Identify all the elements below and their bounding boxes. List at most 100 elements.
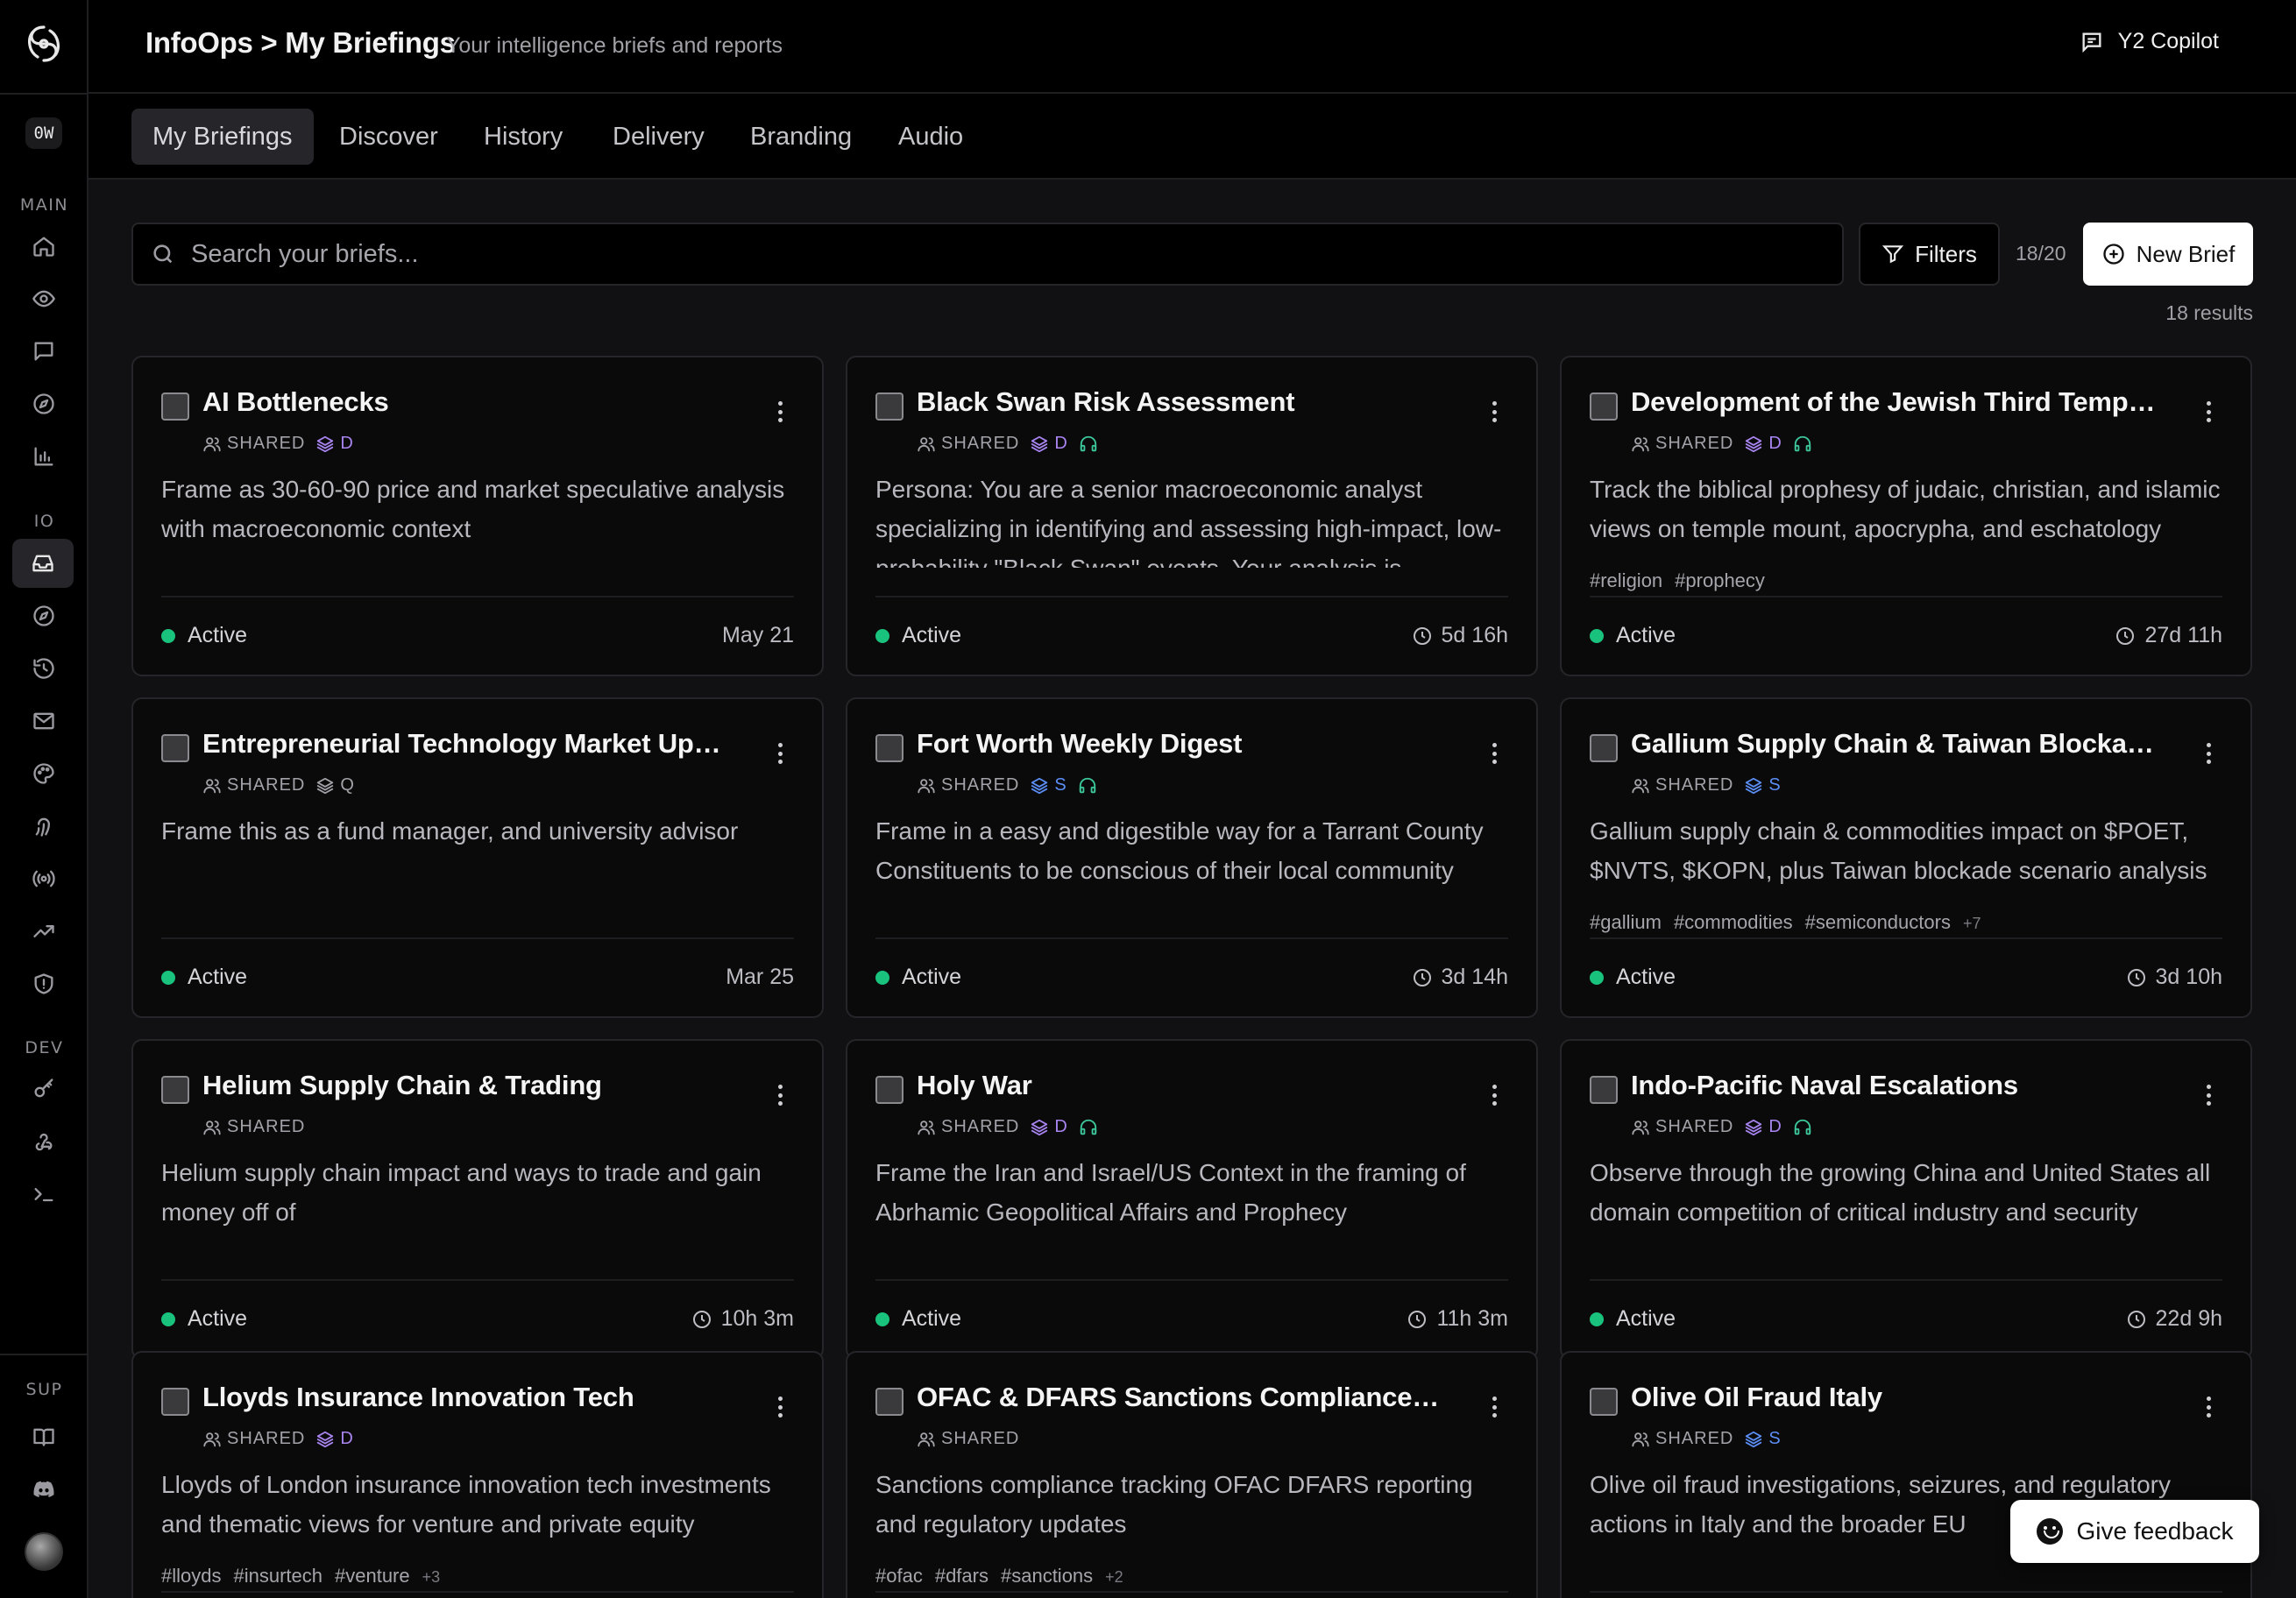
copilot-button[interactable]: Y2 Copilot <box>2080 29 2219 54</box>
more-options-icon[interactable] <box>778 1085 783 1106</box>
brief-card[interactable]: Black Swan Risk Assessment SHARED D Persona… <box>846 356 1538 676</box>
tag[interactable]: #sanctions <box>1001 1565 1093 1587</box>
tag[interactable]: #venture <box>335 1565 410 1587</box>
key-icon[interactable] <box>23 1068 65 1110</box>
select-checkbox[interactable] <box>161 392 189 421</box>
card-divider <box>1590 937 2222 939</box>
book-icon[interactable] <box>23 1416 65 1458</box>
more-options-icon[interactable] <box>778 1396 783 1418</box>
shared-label: SHARED <box>1655 1429 1734 1448</box>
tab-discover[interactable]: Discover <box>318 109 459 165</box>
more-tags[interactable]: +3 <box>422 1568 441 1587</box>
more-options-icon[interactable] <box>1492 1085 1498 1106</box>
brief-card[interactable]: Gallium Supply Chain & Taiwan Blockade S… <box>1560 697 2252 1018</box>
brief-card[interactable]: Development of the Jewish Third Temple i… <box>1560 356 2252 676</box>
brief-card[interactable]: Indo-Pacific Naval Escalations SHARED D Obs… <box>1560 1039 2252 1360</box>
discover-compass-icon[interactable] <box>23 595 65 637</box>
shared-indicator: SHARED <box>917 1429 1019 1449</box>
broadcast-icon[interactable] <box>23 858 65 900</box>
mail-icon[interactable] <box>23 700 65 742</box>
inbox-icon[interactable] <box>12 539 74 588</box>
brief-card[interactable]: Lloyds Insurance Innovation Tech SHARED D L… <box>131 1351 824 1598</box>
tag[interactable]: #dfars <box>935 1565 989 1587</box>
select-checkbox[interactable] <box>161 1076 189 1104</box>
select-checkbox[interactable] <box>161 1388 189 1416</box>
select-checkbox[interactable] <box>1590 392 1618 421</box>
brief-title[interactable]: Helium Supply Chain & Trading <box>202 1070 728 1101</box>
tag[interactable]: #insurtech <box>233 1565 322 1587</box>
palette-icon[interactable] <box>23 753 65 795</box>
more-options-icon[interactable] <box>1492 401 1498 422</box>
shared-label: SHARED <box>941 1429 1020 1448</box>
brief-title[interactable]: Gallium Supply Chain & Taiwan Blockade S… <box>1631 728 2157 760</box>
more-options-icon[interactable] <box>778 743 783 764</box>
brief-title[interactable]: Black Swan Risk Assessment <box>917 386 1442 418</box>
more-options-icon[interactable] <box>1492 743 1498 764</box>
more-options-icon[interactable] <box>2207 1396 2212 1418</box>
select-checkbox[interactable] <box>875 734 904 762</box>
brief-title[interactable]: Lloyds Insurance Innovation Tech <box>202 1382 728 1413</box>
select-checkbox[interactable] <box>875 1076 904 1104</box>
brief-title[interactable]: OFAC & DFARS Sanctions Compliance Tracke… <box>917 1382 1442 1413</box>
more-tags[interactable]: +7 <box>1963 915 1981 933</box>
shield-icon[interactable] <box>23 963 65 1005</box>
brief-card[interactable]: Fort Worth Weekly Digest SHARED S Frame in … <box>846 697 1538 1018</box>
brief-card[interactable]: Helium Supply Chain & Trading SHARED Heliu… <box>131 1039 824 1360</box>
breadcrumb[interactable]: InfoOps > My Briefings <box>145 26 456 60</box>
brief-title[interactable]: AI Bottlenecks <box>202 386 728 418</box>
tab-branding[interactable]: Branding <box>729 109 873 165</box>
tag[interactable]: #religion <box>1590 569 1662 592</box>
brief-card[interactable]: Holy War SHARED D Frame the Iran and Israel… <box>846 1039 1538 1360</box>
select-checkbox[interactable] <box>1590 1076 1618 1104</box>
brief-card[interactable]: Entrepreneurial Technology Market Update… <box>131 697 824 1018</box>
select-checkbox[interactable] <box>875 1388 904 1416</box>
terminal-icon[interactable] <box>23 1173 65 1215</box>
tag[interactable]: #commodities <box>1674 911 1793 934</box>
workspace-switcher[interactable]: 0W <box>25 117 62 149</box>
tag[interactable]: #semiconductors <box>1805 911 1951 934</box>
more-options-icon[interactable] <box>778 401 783 422</box>
tab-audio[interactable]: Audio <box>877 109 984 165</box>
brief-card[interactable]: OFAC & DFARS Sanctions Compliance Tracke… <box>846 1351 1538 1598</box>
search-bar[interactable] <box>131 223 1844 286</box>
chat-icon[interactable] <box>23 330 65 372</box>
more-options-icon[interactable] <box>1492 1396 1498 1418</box>
brief-title[interactable]: Indo-Pacific Naval Escalations <box>1631 1070 2157 1101</box>
user-avatar[interactable] <box>25 1532 63 1571</box>
select-checkbox[interactable] <box>161 734 189 762</box>
trending-icon[interactable] <box>23 910 65 952</box>
home-icon[interactable] <box>23 225 65 267</box>
tag[interactable]: #ofac <box>875 1565 923 1587</box>
bar-chart-icon[interactable] <box>23 435 65 477</box>
tab-delivery[interactable]: Delivery <box>592 109 726 165</box>
brief-title[interactable]: Holy War <box>917 1070 1442 1101</box>
select-checkbox[interactable] <box>1590 1388 1618 1416</box>
brief-card[interactable]: AI Bottlenecks SHARED D Frame as 30-60-90 p… <box>131 356 824 676</box>
select-checkbox[interactable] <box>1590 734 1618 762</box>
tab-my-briefings[interactable]: My Briefings <box>131 109 314 165</box>
webhook-icon[interactable] <box>23 1121 65 1163</box>
select-checkbox[interactable] <box>875 392 904 421</box>
fingerprint-icon[interactable] <box>23 805 65 847</box>
tag[interactable]: #prophecy <box>1675 569 1765 592</box>
tag[interactable]: #lloyds <box>161 1565 221 1587</box>
more-options-icon[interactable] <box>2207 401 2212 422</box>
give-feedback-button[interactable]: Give feedback <box>2010 1500 2259 1563</box>
compass-icon[interactable] <box>23 383 65 425</box>
eye-icon[interactable] <box>23 278 65 320</box>
app-logo[interactable] <box>22 22 66 66</box>
history-icon[interactable] <box>23 647 65 689</box>
brief-title[interactable]: Entrepreneurial Technology Market Update… <box>202 728 728 760</box>
more-options-icon[interactable] <box>2207 743 2212 764</box>
brief-title[interactable]: Fort Worth Weekly Digest <box>917 728 1442 760</box>
search-input[interactable] <box>191 239 1812 269</box>
filters-button[interactable]: Filters <box>1859 223 2000 286</box>
tag[interactable]: #gallium <box>1590 911 1662 934</box>
brief-title[interactable]: Olive Oil Fraud Italy <box>1631 1382 2157 1413</box>
new-brief-button[interactable]: New Brief <box>2083 223 2253 286</box>
more-options-icon[interactable] <box>2207 1085 2212 1106</box>
tab-history[interactable]: History <box>463 109 584 165</box>
brief-title[interactable]: Development of the Jewish Third Temple i… <box>1631 386 2157 418</box>
more-tags[interactable]: +2 <box>1105 1568 1123 1587</box>
discord-icon[interactable] <box>23 1468 65 1510</box>
